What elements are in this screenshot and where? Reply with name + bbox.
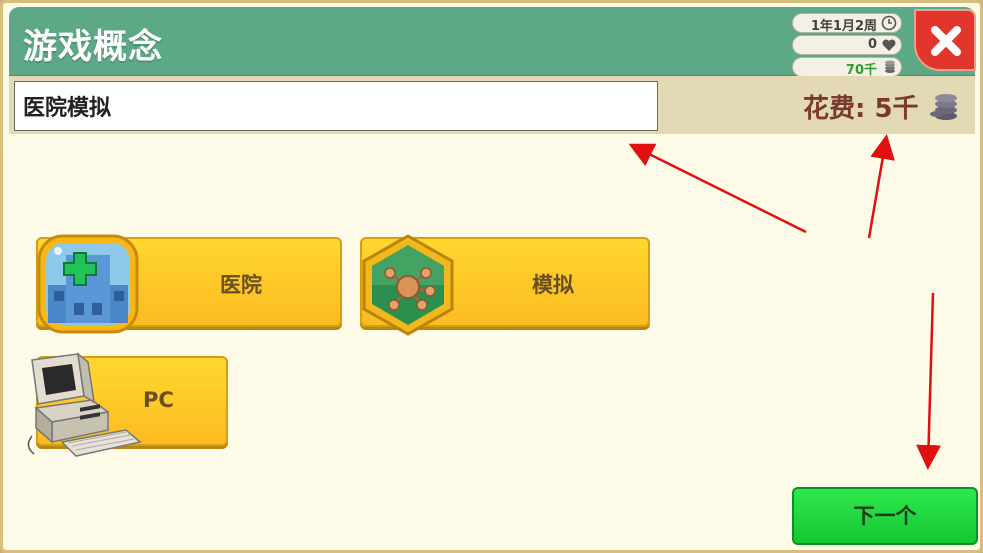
computer-icon xyxy=(22,350,144,464)
arrow-to-next-button xyxy=(916,292,942,470)
next-button[interactable]: 下一个 xyxy=(792,487,978,545)
hearts-badge: 0 xyxy=(792,35,902,55)
clock-icon xyxy=(881,15,897,31)
money-badge: 70千 xyxy=(792,57,902,78)
cost-label: 花费: 5千 xyxy=(803,94,919,124)
platform-label: PC xyxy=(143,388,174,412)
window-title: 游戏概念 xyxy=(23,27,163,67)
arrow-to-name-input xyxy=(628,143,807,234)
game-concept-window: 游戏概念 1年1月2周 0 70千 花费: 5千 xyxy=(0,0,983,553)
name-row: 花费: 5千 xyxy=(9,76,975,134)
date-value: 1年1月2周 xyxy=(810,19,877,34)
hospital-icon xyxy=(36,233,140,339)
date-badge: 1年1月2周 xyxy=(792,13,902,34)
topic-label: 医院 xyxy=(220,273,262,297)
heart-icon xyxy=(881,37,897,53)
coins-icon xyxy=(930,94,957,120)
arrow-to-cost xyxy=(867,134,895,239)
close-button[interactable] xyxy=(914,9,976,71)
close-icon xyxy=(931,26,961,56)
molecule-icon xyxy=(360,233,456,341)
topic-chip[interactable]: 医院 xyxy=(36,234,342,334)
genre-chip[interactable]: 模拟 xyxy=(360,234,650,336)
coins-icon xyxy=(881,59,897,75)
game-name-input[interactable] xyxy=(14,81,658,131)
genre-label: 模拟 xyxy=(532,273,574,297)
hearts-value: 0 xyxy=(867,37,877,52)
platform-chip[interactable]: PC xyxy=(27,352,228,457)
